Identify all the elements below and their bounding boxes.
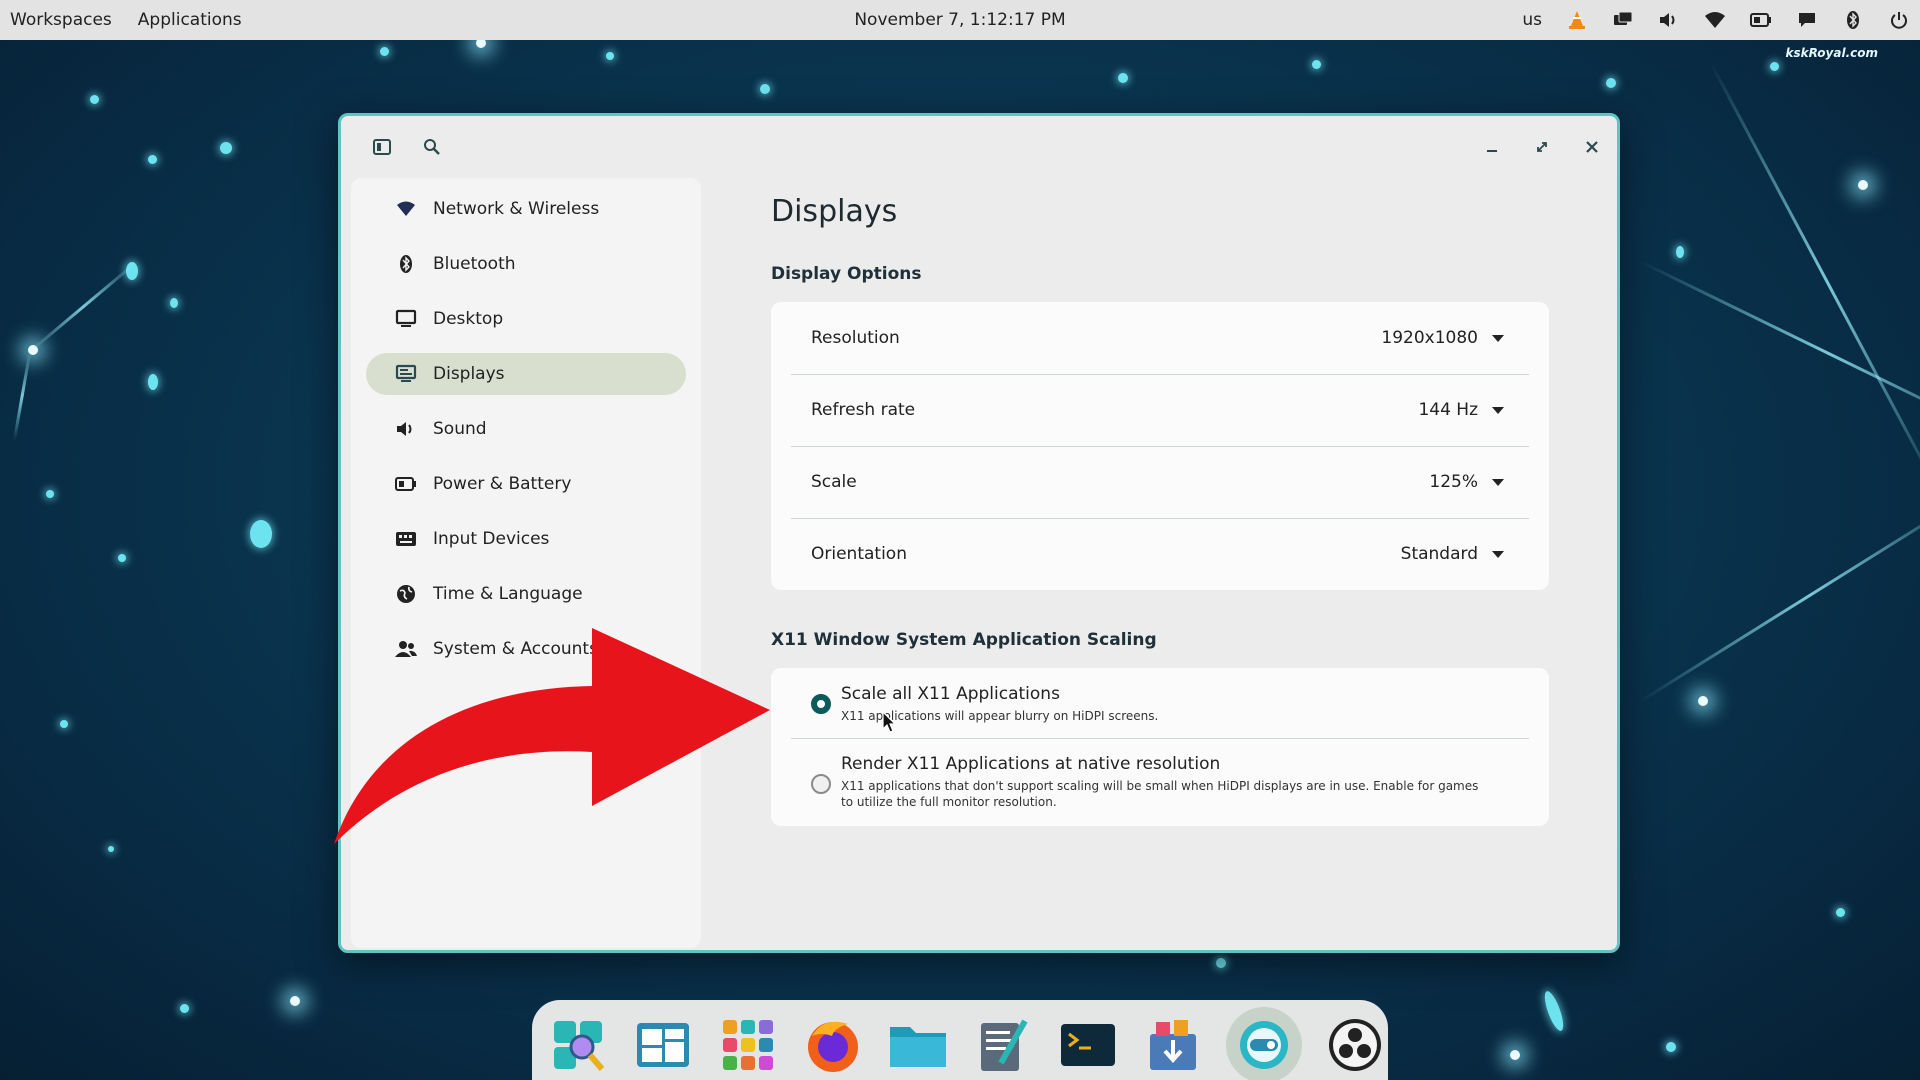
sidebar-item-label: Desktop [433,309,504,329]
battery-icon[interactable] [1750,9,1772,31]
scale-row[interactable]: Scale 125% [771,446,1549,518]
launcher-icon[interactable] [546,1013,610,1077]
volume-icon[interactable] [1658,9,1680,31]
native-resolution-option[interactable]: Render X11 Applications at native resolu… [771,738,1549,826]
orientation-row[interactable]: Orientation Standard [771,518,1549,590]
dock [532,1000,1388,1080]
scale-dropdown[interactable]: 125% [1429,472,1504,492]
sidebar-item-label: Bluetooth [433,254,516,274]
globe-icon [394,582,418,606]
chevron-down-icon [1492,406,1504,414]
monitor-icon [394,307,418,331]
sidebar-item-label: Network & Wireless [433,199,600,219]
resolution-value: 1920x1080 [1381,328,1478,348]
notifications-icon[interactable] [1796,9,1818,31]
display-options-card: Resolution 1920x1080 Refresh rate 144 Hz… [771,302,1549,590]
sidebar-item-desktop[interactable]: Desktop [366,298,686,340]
mouse-cursor-icon [882,711,897,733]
page-title: Displays [771,194,898,229]
firefox-icon[interactable] [801,1013,865,1077]
power-icon[interactable] [1888,9,1910,31]
displays-icon[interactable] [1612,9,1634,31]
display-icon [394,362,418,386]
sidebar-item-label: Displays [433,364,505,384]
speaker-icon [394,417,418,441]
scale-all-radio[interactable] [811,694,831,714]
terminal-icon[interactable] [1056,1013,1120,1077]
sidebar-item-label: Sound [433,419,487,439]
display-options-heading: Display Options [771,264,922,284]
scale-value: 125% [1429,472,1478,492]
files-icon[interactable] [886,1013,950,1077]
window-titlebar[interactable] [341,116,1617,176]
bluetooth-icon[interactable] [1842,9,1864,31]
sidebar-item-network[interactable]: Network & Wireless [366,188,686,230]
sidebar-item-time-language[interactable]: Time & Language [366,573,686,615]
watermark: kskRoyal.com [1785,46,1878,60]
applications-button[interactable]: Applications [138,10,242,30]
refresh-rate-dropdown[interactable]: 144 Hz [1418,400,1504,420]
sidebar-item-label: Time & Language [433,584,583,604]
app-grid-icon[interactable] [716,1013,780,1077]
store-icon[interactable] [1141,1013,1205,1077]
keyboard-layout[interactable]: us [1522,10,1542,30]
sidebar-item-label: Input Devices [433,529,550,549]
settings-icon[interactable] [1226,1007,1302,1080]
option-description: X11 applications that don't support scal… [841,779,1479,809]
minimize-icon[interactable] [1479,134,1505,160]
row-label: Refresh rate [811,400,916,420]
bluetooth-icon [394,252,418,276]
chevron-down-icon [1492,334,1504,342]
vlc-icon[interactable] [1566,9,1588,31]
native-resolution-radio[interactable] [811,774,831,794]
x11-scaling-heading: X11 Window System Application Scaling [771,630,1157,650]
resolution-row[interactable]: Resolution 1920x1080 [771,302,1549,374]
search-icon[interactable] [419,134,445,160]
close-icon[interactable] [1579,134,1605,160]
refresh-rate-value: 144 Hz [1418,400,1478,420]
chevron-down-icon [1492,478,1504,486]
x11-scaling-card: Scale all X11 Applications X11 applicati… [771,668,1549,826]
refresh-rate-row[interactable]: Refresh rate 144 Hz [771,374,1549,446]
row-label: Scale [811,472,857,492]
obs-icon[interactable] [1323,1013,1387,1077]
wifi-icon [394,197,418,221]
orientation-value: Standard [1400,544,1478,564]
option-label: Scale all X11 Applications [841,684,1060,704]
sidebar-item-power[interactable]: Power & Battery [366,463,686,505]
text-editor-icon[interactable] [971,1013,1035,1077]
sidebar-item-input[interactable]: Input Devices [366,518,686,560]
workspaces-icon[interactable] [631,1013,695,1077]
wifi-icon[interactable] [1704,9,1726,31]
top-panel: Workspaces Applications November 7, 1:12… [0,0,1920,40]
sidebar-item-sound[interactable]: Sound [366,408,686,450]
sidebar-toggle-icon[interactable] [369,134,395,160]
maximize-icon[interactable] [1529,134,1555,160]
red-arrow-annotation [334,628,770,844]
chevron-down-icon [1492,550,1504,558]
option-label: Render X11 Applications at native resolu… [841,754,1221,774]
orientation-dropdown[interactable]: Standard [1401,544,1504,564]
sidebar-item-label: Power & Battery [433,474,572,494]
workspaces-button[interactable]: Workspaces [10,10,112,30]
resolution-dropdown[interactable]: 1920x1080 [1381,328,1504,348]
row-label: Resolution [811,328,900,348]
row-label: Orientation [811,544,907,564]
battery-icon [394,472,418,496]
sidebar-item-displays[interactable]: Displays [366,353,686,395]
keyboard-icon [394,527,418,551]
sidebar-item-bluetooth[interactable]: Bluetooth [366,243,686,285]
